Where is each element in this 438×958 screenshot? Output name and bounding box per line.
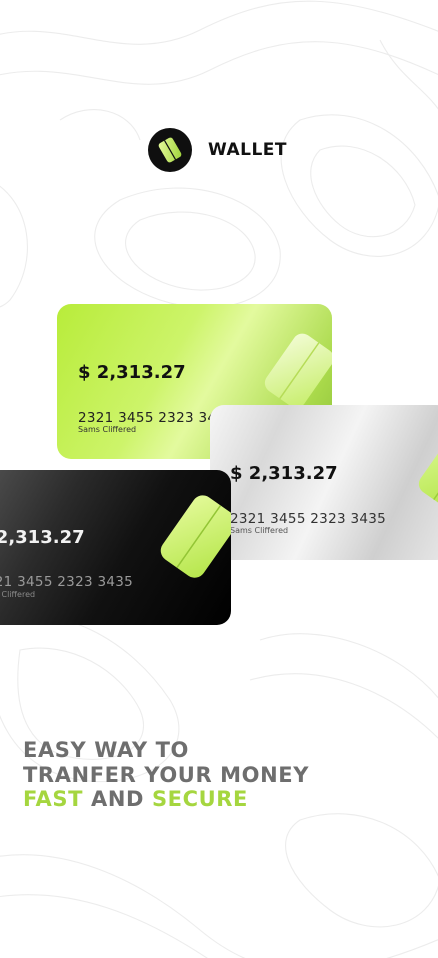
tagline: EASY WAY TO TRANFER YOUR MONEY FAST AND … — [23, 738, 309, 812]
tagline-line-2: TRANFER YOUR MONEY — [23, 762, 310, 787]
wallet-card-silver[interactable]: $ 2,313.27 2321 3455 2323 3435 Sams Clif… — [210, 405, 438, 560]
card-holder-name: Sams Cliffered — [78, 425, 137, 434]
tagline-secure: SECURE — [151, 787, 249, 811]
tagline-line-3: FAST AND SECURE — [23, 787, 309, 812]
card-holder-name: Sams Cliffered — [0, 590, 36, 599]
tagline-fast: FAST — [23, 787, 84, 811]
wallet-card-black[interactable]: $ 2,313.27 2321 3455 2323 3435 Sams Clif… — [0, 470, 231, 625]
card-emblem-icon — [418, 434, 438, 509]
tagline-and: AND — [90, 787, 145, 811]
card-balance: $ 2,313.27 — [0, 527, 85, 548]
splash-screen: WALLET $ 2,313.27 2321 3455 2323 3435 Sa… — [0, 0, 438, 958]
card-balance: $ 2,313.27 — [78, 362, 186, 383]
card-balance: $ 2,313.27 — [230, 463, 338, 484]
app-name: WALLET — [208, 140, 288, 160]
card-holder-name: Sams Cliffered — [230, 526, 289, 535]
app-header: WALLET — [148, 128, 287, 172]
wallet-logo-icon — [148, 128, 192, 172]
card-number: 2321 3455 2323 3435 — [0, 574, 133, 590]
card-emblem-icon — [160, 495, 231, 578]
tagline-line-1: EASY WAY TO — [23, 738, 189, 762]
card-number: 2321 3455 2323 3435 — [230, 511, 386, 527]
